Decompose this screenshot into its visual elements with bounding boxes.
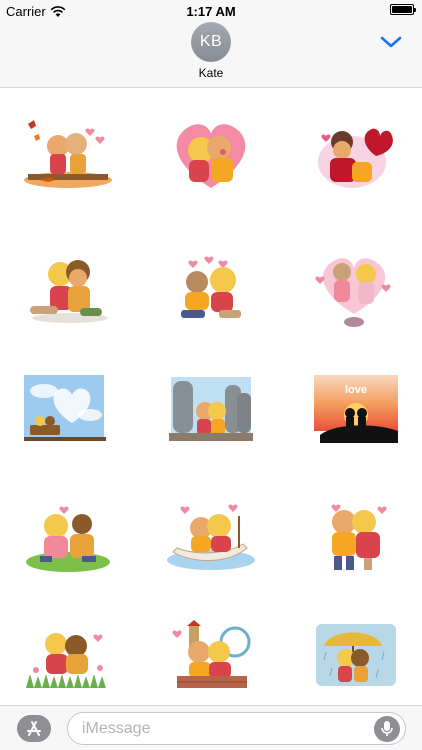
microphone-button[interactable] xyxy=(374,716,400,742)
sticker-stone-statues[interactable] xyxy=(163,371,259,451)
sticker-city-kiss[interactable] xyxy=(163,618,259,698)
battery-icon xyxy=(390,4,416,15)
contact-avatar[interactable]: KB xyxy=(191,22,231,62)
microphone-icon xyxy=(381,721,393,736)
sticker-autumn-kiss[interactable] xyxy=(20,116,116,196)
status-bar: Carrier 1:17 AM xyxy=(0,0,422,22)
sticker-standing-kiss[interactable] xyxy=(306,498,402,578)
contact-name[interactable]: Kate xyxy=(0,66,422,80)
message-field[interactable] xyxy=(67,712,406,745)
sticker-umbrella-rain[interactable] xyxy=(306,618,402,698)
avatar-initials: KB xyxy=(199,33,223,50)
sticker-heart-kiss[interactable] xyxy=(163,116,259,196)
sticker-sky-heart-bench[interactable] xyxy=(20,371,116,451)
sticker-red-heart-hug[interactable] xyxy=(306,116,402,196)
app-store-button[interactable] xyxy=(17,715,51,742)
message-input[interactable] xyxy=(82,719,362,739)
chevron-down-icon[interactable] xyxy=(380,34,402,50)
sticker-garden-hug[interactable] xyxy=(20,618,116,698)
compose-bar xyxy=(0,705,422,750)
sticker-boat-kiss[interactable] xyxy=(163,498,259,578)
app-store-icon xyxy=(27,720,41,736)
sticker-sitting-hug[interactable] xyxy=(20,250,116,330)
sticker-heart-balloon[interactable] xyxy=(306,250,402,330)
sticker-love-sunset[interactable]: love xyxy=(306,371,402,451)
sticker-hearts-cuddle[interactable] xyxy=(163,250,259,330)
sticker-grass-hug[interactable] xyxy=(20,498,116,578)
sticker-grid: love xyxy=(0,88,422,705)
sunset-love-text: love xyxy=(345,384,367,396)
status-time: 1:17 AM xyxy=(186,4,236,19)
